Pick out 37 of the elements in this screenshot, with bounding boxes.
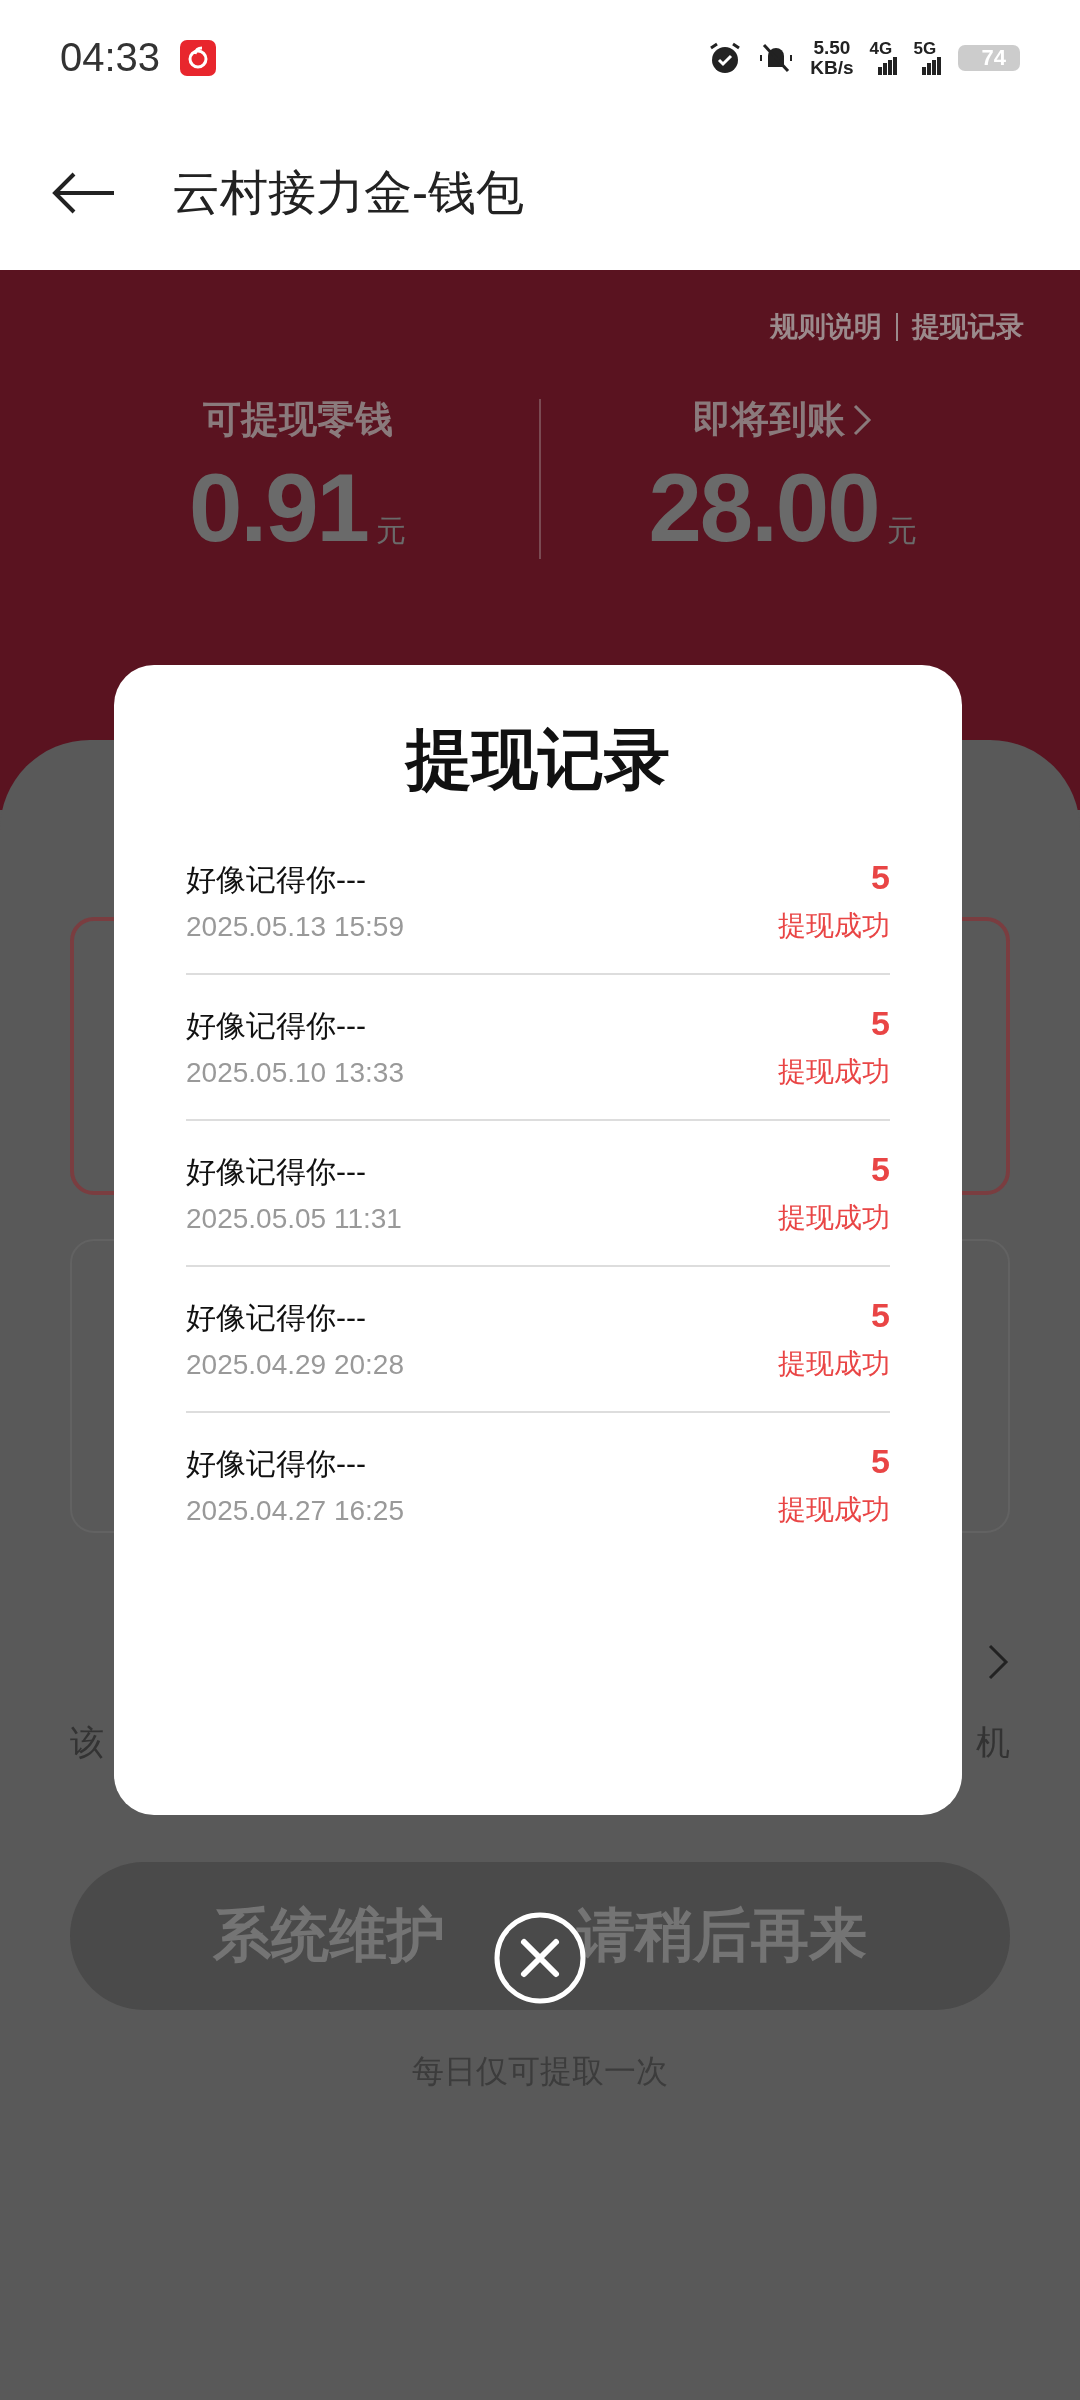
record-name: 好像记得你--- [186,1299,367,1336]
currency-unit: 元 [886,513,917,549]
record-status: 提现成功 [778,908,890,943]
music-app-icon [180,39,217,76]
record-amount: 5 [871,1441,890,1481]
balance-label: 即将到账 [692,397,845,442]
record-time: 2025.05.10 13:33 [186,1056,404,1089]
rules-link[interactable]: 规则说明 [770,308,882,346]
dialog-title: 提现记录 [403,721,671,798]
currency-unit: 元 [375,513,406,549]
record-time: 2025.04.27 16:25 [186,1494,404,1527]
record-time: 2025.04.29 20:28 [186,1348,404,1381]
status-time: 04:33 [60,35,161,80]
balance-amount: 28.00 [648,453,879,563]
record-amount: 5 [871,857,890,897]
record-name: 好像记得你--- [186,1007,367,1044]
balance-amount: 0.91 [189,453,368,563]
record-status: 提现成功 [778,1054,890,1089]
balance-label: 可提现零钱 [202,397,393,442]
record-name: 好像记得你--- [186,1445,367,1482]
record-amount: 5 [871,1003,890,1043]
record-status: 提现成功 [778,1200,890,1235]
record-time: 2025.05.13 15:59 [186,910,404,943]
record-time: 2025.05.05 11:31 [186,1202,402,1235]
network-type: 4G [869,40,893,57]
net-speed: 5.50 [813,37,851,58]
network-type: 5G [913,40,937,57]
back-icon[interactable] [52,170,116,215]
record-name: 好像记得你--- [186,861,367,898]
records-link[interactable]: 提现记录 [912,308,1024,346]
record-status: 提现成功 [778,1492,890,1527]
net-speed-unit: KB/s [810,57,854,78]
record-name: 好像记得你--- [186,1153,367,1190]
page-title: 云村接力金-钱包 [172,164,524,221]
record-amount: 5 [871,1295,890,1335]
record-amount: 5 [871,1149,890,1189]
record-status: 提现成功 [778,1346,890,1381]
